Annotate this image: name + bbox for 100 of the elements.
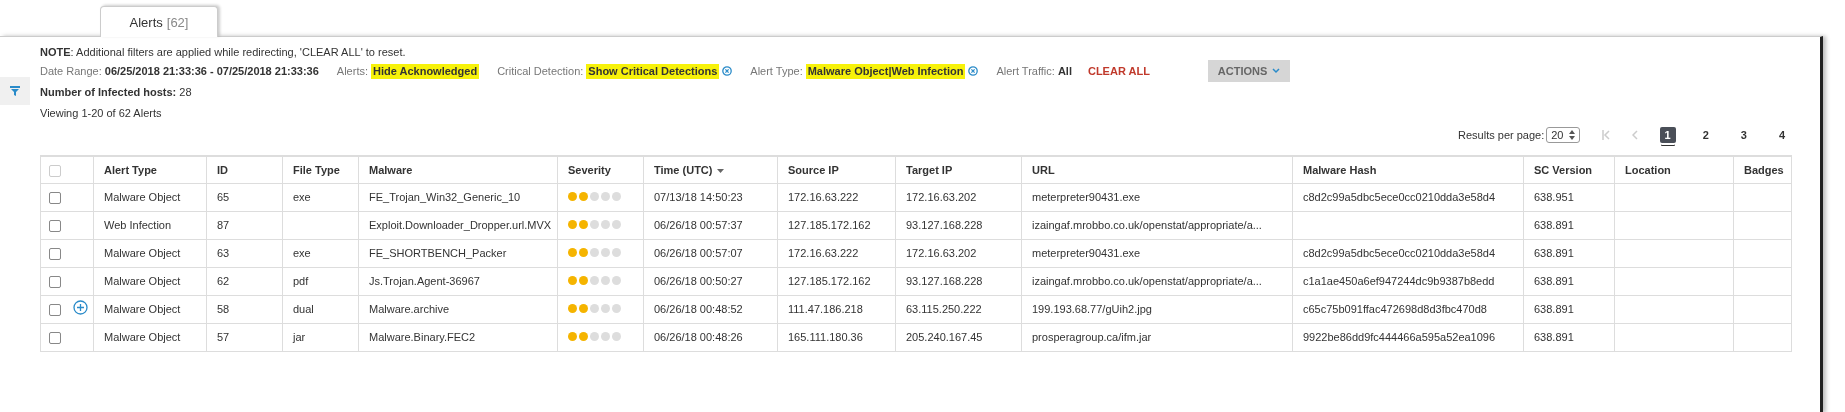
table-cell: 205.240.167.45 [906,331,983,343]
filter-label: Alert Traffic: [996,63,1055,79]
table-cell: 63.115.250.222 [906,303,982,315]
table-cell: c1a1ae450a6ef947244dc9b9387b8edd [1303,275,1495,287]
filter-label: Alerts: [336,63,368,79]
table-cell: Malware Object [104,275,181,287]
page-link[interactable]: 1 [1659,127,1676,143]
filter-icon [10,86,20,96]
table-cell: Malware Object [104,191,181,203]
table-cell: 93.127.168.228 [906,219,983,231]
table-cell: exe [293,191,311,203]
page-link[interactable]: 2 [1697,127,1714,143]
table-cell: 165.111.180.36 [788,331,863,343]
table-cell: 07/13/18 14:50:23 [654,191,743,203]
remove-icon[interactable] [968,66,979,76]
table-cell: c8d2c99a5dbc5ece0cc0210dda3e58d4 [1303,191,1496,203]
column-header[interactable]: ID [206,156,283,184]
row-checkbox[interactable] [49,304,61,317]
table-cell: 638.891 [1534,219,1574,231]
column-header[interactable]: Severity [557,156,644,184]
table-cell: 172.16.63.222 [788,247,859,259]
table-cell: Malware Object [104,303,181,315]
table-cell: 199.193.68.77/gUih2.jpg [1032,303,1152,315]
table-cell: 06/26/18 00:57:07 [654,247,743,259]
column-header[interactable]: Time (UTC) [643,156,778,184]
column-header[interactable]: Alert Type [93,156,207,184]
filter-value: Malware Object|Web Infection [805,63,966,79]
row-checkbox[interactable] [49,220,61,233]
table-cell: 172.16.63.202 [906,191,977,203]
table-cell: 57 [217,331,230,343]
table-cell: 58 [217,303,230,315]
page-link[interactable]: 3 [1735,127,1752,143]
table-cell: 9922be86dd9fc444466a595a52ea1096 [1303,331,1496,343]
table-cell: c65c75b091ffac472698d8d3fbc470d8 [1303,303,1487,315]
table-cell: 06/26/18 00:50:27 [654,275,743,287]
note-text: NOTE: Additional filters are applied while redirecting, 'CLEAR ALL' to reset. [40,45,407,60]
table-cell: 638.891 [1534,331,1574,343]
alerts-tab[interactable]: Alerts [62] [100,6,218,37]
table-cell: izaingaf.mrobbo.co.uk/openstat/appropriate/a... [1032,275,1262,287]
table-cell: 06/26/18 00:48:52 [654,303,743,315]
filter-value: Show Critical Detections [586,63,720,79]
row-checkbox[interactable] [49,332,61,345]
table-cell: Malware.Binary.FEC2 [369,331,476,343]
table-cell: Malware Object [104,331,181,343]
per-page-select[interactable]: 20 [1546,127,1580,143]
column-header[interactable]: Malware [358,156,558,184]
table-cell: c8d2c99a5dbc5ece0cc0210dda3e58d4 [1303,247,1496,259]
column-header[interactable]: Malware Hash [1292,156,1524,184]
row-checkbox[interactable] [49,192,61,205]
table-cell: meterpreter90431.exe [1032,191,1141,203]
table-cell: 172.16.63.222 [788,191,859,203]
column-header[interactable]: Target IP [895,156,1022,184]
column-header[interactable]: Source IP [777,156,896,184]
table-cell: 63 [217,247,230,259]
table-cell: 638.891 [1534,275,1574,287]
viewing-count: Viewing 1-20 of 62 Alerts [40,107,162,119]
filter-value: Hide Acknowledged [371,63,480,79]
table-cell: 65 [217,191,230,203]
filter-value: 06/25/2018 21:33:36 - 07/25/2018 21:33:36 [104,63,319,79]
table-cell: prosperagroup.ca/ifm.jar [1032,331,1152,343]
table-cell: exe [293,247,311,259]
table-cell: Exploit.Downloader_Dropper.url.MVX [369,219,552,231]
row-checkbox[interactable] [49,248,61,261]
table-cell: Malware Object [104,247,181,259]
table-cell: jar [293,331,306,343]
table-cell: 06/26/18 00:57:37 [654,219,743,231]
remove-icon[interactable] [722,66,733,76]
table-cell: 638.951 [1534,191,1574,203]
actions-button[interactable]: ACTIONS [1207,60,1291,82]
table-cell: dual [293,303,314,315]
page-link[interactable]: 4 [1773,127,1790,143]
spinner-arrows-icon [1568,130,1575,140]
table-cell: 172.16.63.202 [906,247,977,259]
table-cell: Malware.archive [369,303,450,315]
table-cell: 638.891 [1534,247,1574,259]
expand-icon[interactable] [73,300,88,315]
column-header[interactable]: SC Version [1523,156,1615,184]
row-checkbox[interactable] [49,276,61,289]
table-cell: 127.185.172.162 [788,275,871,287]
table-cell: 06/26/18 00:48:26 [654,331,743,343]
table-cell: 87 [217,219,230,231]
table-cell: FE_Trojan_Win32_Generic_10 [369,191,521,203]
filter-label: Critical Detection: [497,63,584,79]
column-header[interactable]: URL [1021,156,1293,184]
filter-label: Alert Type: [750,63,803,79]
sidebar-toggle[interactable] [0,77,30,105]
table-cell: 62 [217,275,230,287]
clear-all-link[interactable]: CLEAR ALL [1087,63,1150,79]
table-cell: 111.47.186.218 [788,303,863,315]
filter-label: Date Range: [40,63,102,79]
table-cell: pdf [293,275,309,287]
column-header[interactable]: File Type [282,156,359,184]
caret-icon [1272,68,1281,74]
results-per-page-label: Results per page: [1458,129,1545,141]
table-cell: 93.127.168.228 [906,275,983,287]
table-cell: FE_SHORTBENCH_Packer [369,247,507,259]
column-header[interactable]: Location [1614,156,1734,184]
table-cell: 127.185.172.162 [788,219,871,231]
table-cell: izaingaf.mrobbo.co.uk/openstat/appropriate/a... [1032,219,1262,231]
column-header[interactable]: Badges [1733,156,1792,184]
